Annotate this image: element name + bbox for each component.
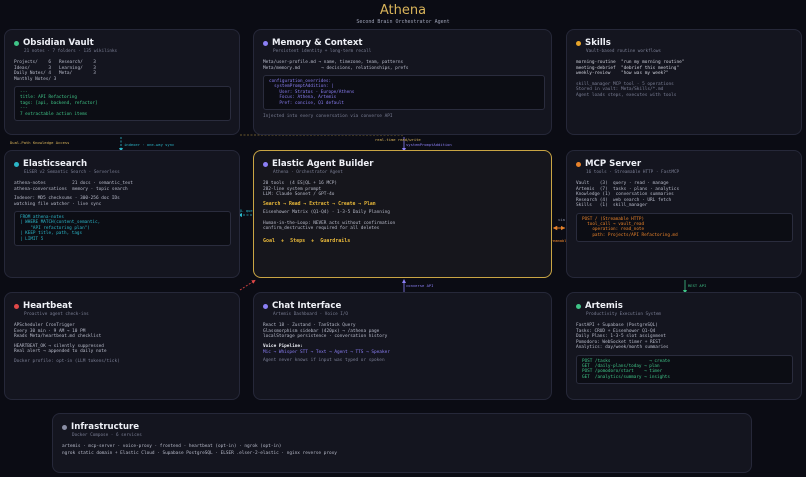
tool-call-example: POST / (Streamable HTTP) tool_call → vau… [576,212,793,243]
hitl-policy: Human-in-the-Loop: NEVER acts without co… [263,220,396,232]
heartbeat-schedule: APScheduler CronTrigger Every 30 min · 9… [14,323,102,339]
voice-pipeline: Mic → Whisper STT → Text → Agent → TTS →… [263,350,390,355]
card-subtitle: Artemis Dashboard · Voice I/O [273,312,349,317]
status-dot-icon [263,40,268,46]
status-dot-icon [263,161,268,167]
card-subtitle: 16 tools · Streamable HTTP · FastMCP [586,170,680,175]
card-subtitle: 21 notes · 7 folders · 135 wikilinks [24,49,118,54]
artemis-api: POST /tasks → create GET /daily-plans/to… [576,354,793,385]
card-subtitle: Athena · Orchestrator Agent [273,170,343,175]
memory-context-card: Memory & Context Persistent identity + l… [253,29,552,135]
status-dot-icon [14,40,19,46]
card-title: Artemis [585,301,623,311]
page-subtitle: Second Brain Orchestrator Agent [356,19,450,25]
skills-card: Skills Vault-based routine workflows mor… [566,29,802,135]
skill-manager-info: skill_manager MCP tool · 5 operations St… [576,81,677,98]
heartbeat-arrow [239,279,256,291]
dual-path-label: Dual-Path Knowledge Access [10,140,70,145]
artemis-features: FastAPI + Supabase (PostgreSQL) Tasks: C… [576,323,669,350]
infra-platforms: ngrok static domain + Elastic Cloud · Su… [62,450,337,456]
artemis-card: Artemis Productivity Execution System Fa… [566,292,802,400]
tool-groups: Vault (3) query · read · manage Artemis … [576,181,680,208]
system-prompt-label: systemPromptAddition [406,142,452,147]
obsidian-vault-card: Obsidian Vault 21 notes · 7 folders · 13… [4,29,240,135]
index-list: athena-notes 21 docs · semantic_text ath… [14,181,133,192]
folder-stats: Projects/ 6 Research/ 3 Ideas/ 3 Learnin… [14,60,96,82]
chat-stack: React 18 · Zustand · TanStack Query Glas… [263,323,388,339]
planning-method: Eisenhower Matrix (Q1-Q4) · 1-3-5 Daily … [263,210,390,215]
skill-routines: morning-routine "run my morning routine"… [576,60,685,76]
card-subtitle: ELSER v2 Semantic Search · Serverless [24,170,120,175]
card-title: Elasticsearch [23,159,88,169]
card-title: Chat Interface [272,301,342,311]
chat-interface-card: Chat Interface Artemis Dashboard · Voice… [253,292,552,400]
rest-api-label: REST API [688,283,707,288]
card-title: MCP Server [585,159,642,169]
elasticsearch-card: Elasticsearch ELSER v2 Semantic Search ·… [4,150,240,278]
card-subtitle: Persistent identity + long-term recall [273,49,372,54]
card-title: Elastic Agent Builder [272,159,374,169]
card-subtitle: Proactive agent check-ins [24,312,89,317]
heartbeat-card: Heartbeat Proactive agent check-ins APSc… [4,292,240,400]
card-title: Obsidian Vault [23,38,94,48]
voice-title: Voice Pipeline: [263,343,303,349]
heartbeat-behavior: HEARTBEAT_OK → silently suppressed Real … [14,343,107,355]
status-dot-icon [576,161,581,167]
status-dot-icon [576,40,581,46]
config-block: configuration_overrides: systemPromptAdd… [263,75,545,111]
infrastructure-card: Infrastructure Docker Compose · 6 servic… [52,413,752,473]
page-title: Athena [379,3,427,18]
indexer-info: Indexer: MD5 checksums · 300-256 doc IDs… [14,196,120,207]
indexer-label: indexer · one-way sync [124,142,175,147]
card-title: Infrastructure [71,422,140,432]
voice-note: Agent never knows if input was typed or … [263,357,385,363]
agent-goals: Goal + Steps + Guardrails [263,237,351,244]
status-dot-icon [263,303,268,309]
status-dot-icon [14,303,19,309]
card-subtitle: Vault-based routine workflows [586,49,662,54]
memory-note: Injected into every conversation via con… [263,114,393,120]
card-title: Memory & Context [272,38,363,48]
status-dot-icon [14,161,19,167]
card-title: Heartbeat [23,301,73,311]
infra-services: artemis · mcp-server · voice-proxy · fro… [62,444,282,449]
esql-query: FROM athena-notes | WHERE MATCH(content_… [14,211,231,247]
agent-builder-card: Elastic Agent Builder Athena · Orchestra… [253,150,552,278]
agent-pipeline: Search → Read → Extract → Create → Plan [263,201,376,207]
heartbeat-docker: Docker profile: opt-in (LLM tokens/tick) [14,358,120,364]
mcp-server-card: MCP Server 16 tools · Streamable HTTP · … [566,150,802,278]
status-dot-icon [576,303,581,309]
memory-files: Meta/user-profile.md → name, timezone, t… [263,60,409,71]
card-title: Skills [585,38,611,48]
converse-label: converse API [406,283,434,288]
status-dot-icon [62,424,67,430]
card-subtitle: Productivity Execution System [586,312,662,317]
frontmatter-sample: --- title: API Refactoring tags: [api, b… [14,86,231,122]
card-subtitle: Docker Compose · 6 services [72,433,142,438]
agent-info: 20 tools (4 ES|QL + 16 MCP) 282-line sys… [263,181,338,197]
